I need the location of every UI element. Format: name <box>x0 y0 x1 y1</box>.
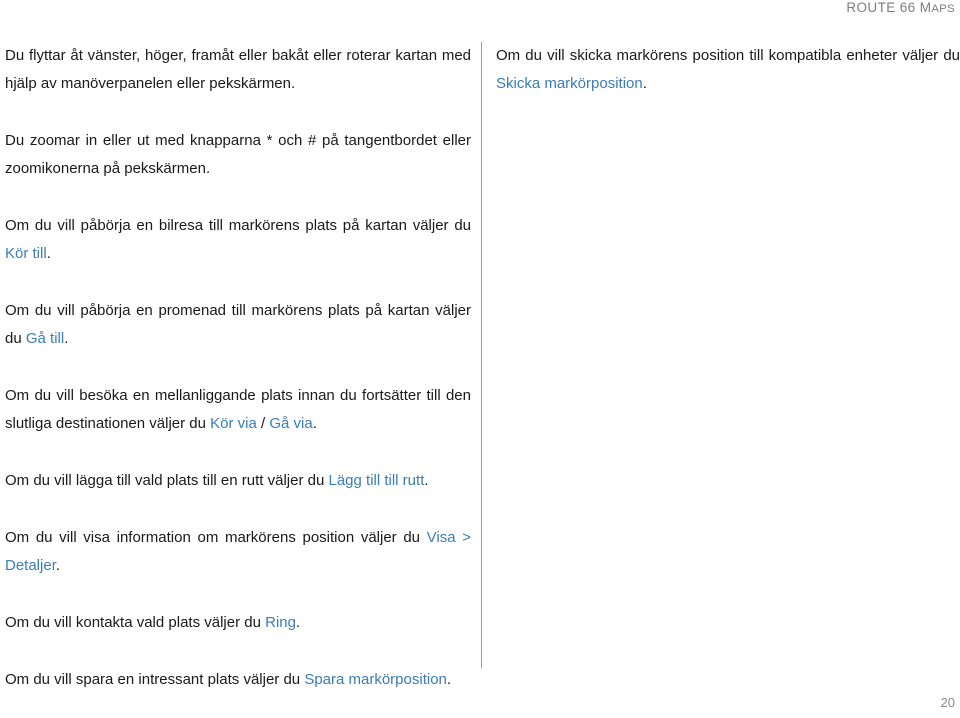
paragraph-move-map: Du flyttar åt vänster, höger, framåt ell… <box>5 42 471 98</box>
text-run-send-marker-position-0: Om du vill skicka markörens position til… <box>496 47 960 64</box>
text-run-walk-to-2: . <box>64 330 69 347</box>
document-page: ROUTE 66 MAPS Du flyttar åt vänster, hög… <box>0 0 960 718</box>
right-column: Om du vill skicka markörens position til… <box>496 42 960 98</box>
menu-reference-call-place-1[interactable]: Ring <box>265 614 296 631</box>
text-run-walk-to-0: Om du vill påbörja en promenad till mark… <box>5 302 471 347</box>
menu-reference-walk-to-1[interactable]: Gå till <box>26 330 64 347</box>
paragraph-walk-to: Om du vill påbörja en promenad till mark… <box>5 297 471 353</box>
left-column: Du flyttar åt vänster, höger, framåt ell… <box>5 42 471 694</box>
paragraph-show-details: Om du vill visa information om markörens… <box>5 524 471 580</box>
running-header-smallcaps-initial: M <box>919 0 932 15</box>
text-run-save-marker-2: . <box>446 671 452 688</box>
menu-reference-save-marker-1[interactable]: Spara markörposition <box>304 671 447 688</box>
paragraph-send-marker-position: Om du vill skicka markörens position til… <box>496 42 960 98</box>
text-run-send-marker-position-2: . <box>642 75 647 92</box>
text-run-show-details-2: . <box>55 557 61 574</box>
menu-reference-drive-to-1[interactable]: Kör till <box>5 245 47 262</box>
text-run-add-to-route-2: . <box>424 472 429 489</box>
running-header-main: ROUTE 66 <box>846 0 920 15</box>
paragraph-add-to-route: Om du vill lägga till vald plats till en… <box>5 467 471 495</box>
menu-reference-via-point-1[interactable]: Kör via <box>210 415 257 432</box>
page-number: 20 <box>940 695 955 710</box>
paragraph-save-marker: Om du vill spara en intressant plats väl… <box>5 666 471 694</box>
menu-reference-add-to-route-1[interactable]: Lägg till till rutt <box>328 472 424 489</box>
text-run-call-place-0: Om du vill kontakta vald plats väljer du <box>5 614 266 631</box>
text-run-drive-to-2: . <box>46 245 51 262</box>
text-run-show-details-0: Om du vill visa information om markörens… <box>5 529 427 546</box>
running-header: ROUTE 66 MAPS <box>846 0 955 15</box>
text-run-zoom-map-0: Du zoomar in eller ut med knapparna * oc… <box>5 132 471 177</box>
text-run-drive-to-0: Om du vill påbörja en bilresa till markö… <box>5 217 471 234</box>
text-run-call-place-2: . <box>295 614 301 631</box>
paragraph-via-point: Om du vill besöka en mellanliggande plat… <box>5 382 471 438</box>
paragraph-drive-to: Om du vill påbörja en bilresa till markö… <box>5 212 471 268</box>
text-run-via-point-2: / <box>256 415 270 432</box>
running-header-smallcaps-rest: APS <box>931 3 955 15</box>
paragraph-zoom-map: Du zoomar in eller ut med knapparna * oc… <box>5 127 471 183</box>
text-run-add-to-route-0: Om du vill lägga till vald plats till en… <box>5 472 329 489</box>
paragraph-call-place: Om du vill kontakta vald plats väljer du… <box>5 609 471 637</box>
text-run-move-map-0: Du flyttar åt vänster, höger, framåt ell… <box>5 47 471 92</box>
menu-reference-via-point-3[interactable]: Gå via <box>269 415 312 432</box>
text-run-via-point-4: . <box>312 415 317 432</box>
column-divider <box>481 42 482 668</box>
text-run-save-marker-0: Om du vill spara en intressant plats väl… <box>5 671 305 688</box>
menu-reference-send-marker-position-1[interactable]: Skicka markörposition <box>496 75 643 92</box>
